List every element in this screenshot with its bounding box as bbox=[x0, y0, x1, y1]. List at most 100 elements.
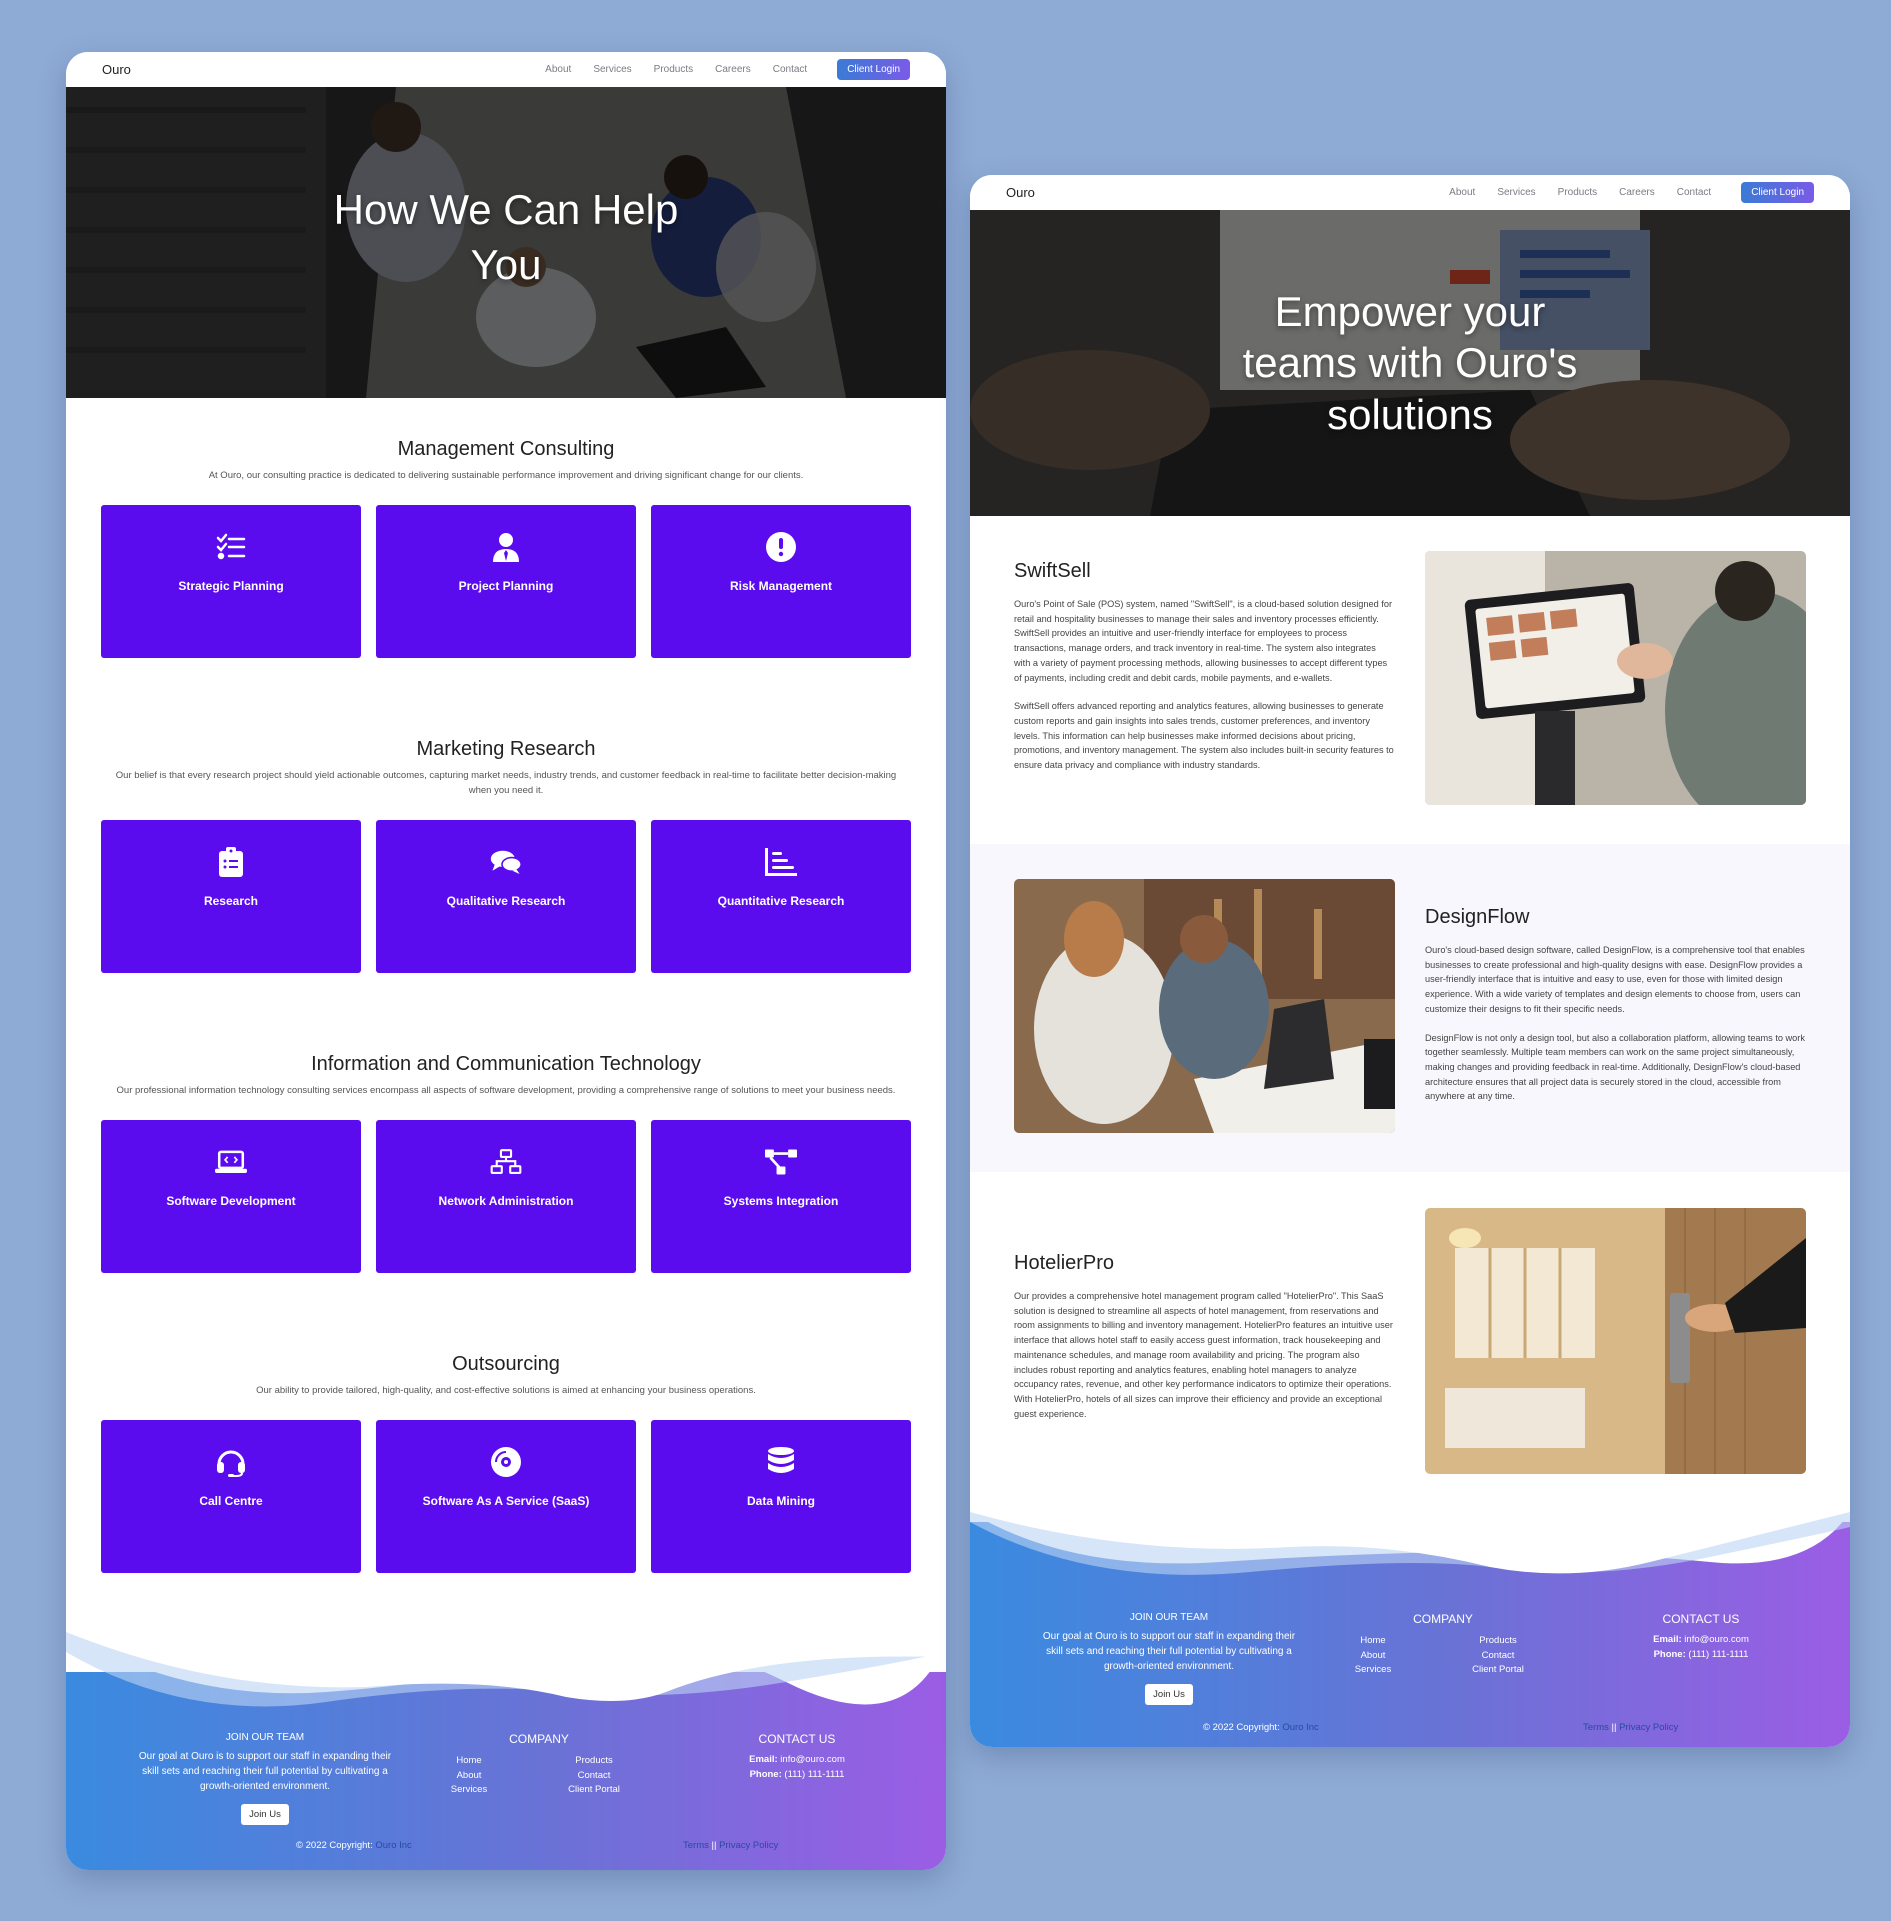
card-label: Data Mining bbox=[747, 1494, 815, 1509]
section-title: Marketing Research bbox=[416, 738, 596, 761]
product-designflow: DesignFlow Ouro's cloud-based design sof… bbox=[970, 844, 1850, 1172]
card-project-planning[interactable]: Project Planning bbox=[376, 505, 636, 659]
diagram-project-icon bbox=[765, 1146, 797, 1178]
footer-link-about[interactable]: About bbox=[1318, 1649, 1428, 1664]
card-strategic-planning[interactable]: Strategic Planning bbox=[101, 505, 361, 659]
phone-label: Phone: bbox=[1653, 1649, 1686, 1661]
footer-link-home[interactable]: Home bbox=[1318, 1634, 1428, 1649]
footer-link-home[interactable]: Home bbox=[414, 1754, 524, 1769]
product-paragraph-1: Our provides a comprehensive hotel manag… bbox=[1014, 1291, 1393, 1419]
card-research[interactable]: Research bbox=[101, 819, 361, 973]
card-systems-integration[interactable]: Systems Integration bbox=[651, 1120, 911, 1273]
footer-link-contact[interactable]: Contact bbox=[1428, 1649, 1568, 1664]
section-title: Outsourcing bbox=[452, 1353, 560, 1375]
footer-link-client-portal[interactable]: Client Portal bbox=[524, 1783, 664, 1798]
exclamation-circle-icon bbox=[765, 531, 797, 563]
footer-link-products[interactable]: Products bbox=[1428, 1634, 1568, 1649]
card-network-administration[interactable]: Network Administration bbox=[376, 1120, 636, 1273]
card-risk-management[interactable]: Risk Management bbox=[651, 505, 911, 659]
service-cards: Research Qualitative Research Quantitati… bbox=[66, 819, 946, 973]
privacy-policy-link[interactable]: Privacy Policy bbox=[719, 1840, 778, 1851]
email-link[interactable]: info@ouro.com bbox=[780, 1754, 845, 1765]
card-label: Project Planning bbox=[458, 579, 554, 594]
client-login-button[interactable]: Client Login bbox=[837, 59, 910, 80]
privacy-policy-link[interactable]: Privacy Policy bbox=[1619, 1722, 1678, 1733]
terms-link[interactable]: Terms bbox=[1583, 1722, 1609, 1733]
footer-link-products[interactable]: Products bbox=[524, 1754, 664, 1769]
hero-title: Empower your teams with Ouro's solutions bbox=[1242, 288, 1578, 438]
phone-number: (111) 111-1111 bbox=[784, 1769, 845, 1781]
nav-links: About Services Products Careers Contact … bbox=[545, 59, 910, 80]
footer-link-contact[interactable]: Contact bbox=[524, 1769, 664, 1784]
email-link[interactable]: info@ouro.com bbox=[1684, 1634, 1749, 1645]
nav-contact[interactable]: Contact bbox=[1677, 187, 1711, 198]
card-saas[interactable]: Software As A Service (SaaS) bbox=[376, 1420, 636, 1574]
nav-careers[interactable]: Careers bbox=[715, 64, 751, 75]
card-qualitative-research[interactable]: Qualitative Research bbox=[376, 819, 636, 973]
footer-link-about[interactable]: About bbox=[414, 1769, 524, 1784]
card-label: Systems Integration bbox=[723, 1194, 839, 1208]
section-title: Information and Communication Technology bbox=[311, 1052, 701, 1075]
footer-link-client-portal[interactable]: Client Portal bbox=[1428, 1663, 1568, 1678]
section-description: Our belief is that every research projec… bbox=[115, 770, 897, 796]
product-paragraph-1: Ouro's Point of Sale (POS) system, named… bbox=[1014, 599, 1392, 683]
nav-about[interactable]: About bbox=[545, 64, 571, 75]
copyright-company-link[interactable]: Ouro Inc bbox=[375, 1840, 411, 1851]
join-title: JOIN OUR TEAM bbox=[225, 1732, 305, 1743]
brand-logo[interactable]: Ouro bbox=[102, 62, 545, 77]
nav-products[interactable]: Products bbox=[654, 64, 693, 75]
contact-title: CONTACT US bbox=[758, 1732, 836, 1746]
checklist-icon bbox=[215, 531, 247, 563]
card-label: Strategic Planning bbox=[178, 579, 284, 594]
terms-link[interactable]: Terms bbox=[683, 1840, 709, 1851]
nav-products[interactable]: Products bbox=[1558, 187, 1597, 198]
join-text: Our goal at Ouro is to support our staff… bbox=[138, 1751, 392, 1792]
footer-link-services[interactable]: Services bbox=[414, 1783, 524, 1798]
footer: JOIN OUR TEAM Our goal at Ouro is to sup… bbox=[66, 1632, 946, 1870]
product-paragraph-2: SwiftSell offers advanced reporting and … bbox=[1014, 701, 1394, 771]
brand-logo[interactable]: Ouro bbox=[1006, 185, 1449, 200]
company-links: COMPANY Home About Services Products Con… bbox=[1318, 1612, 1568, 1678]
legal-links: Terms || Privacy Policy bbox=[1583, 1722, 1679, 1733]
hero-banner: Empower your teams with Ouro's solutions bbox=[970, 210, 1850, 516]
card-label: Risk Management bbox=[729, 579, 833, 594]
nav-about[interactable]: About bbox=[1449, 187, 1475, 198]
nav-services[interactable]: Services bbox=[593, 64, 631, 75]
footer-link-services[interactable]: Services bbox=[1318, 1663, 1428, 1678]
chart-bars-icon bbox=[765, 846, 797, 878]
join-our-team: JOIN OUR TEAM Our goal at Ouro is to sup… bbox=[1036, 1612, 1302, 1705]
card-label: Software Development bbox=[166, 1194, 296, 1208]
user-tie-icon bbox=[490, 531, 522, 563]
copyright-company-link[interactable]: Ouro Inc bbox=[1282, 1722, 1318, 1733]
card-label: Research bbox=[203, 893, 259, 908]
navbar: Ouro About Services Products Careers Con… bbox=[66, 52, 946, 87]
phone-label: Phone: bbox=[749, 1769, 782, 1781]
client-login-button[interactable]: Client Login bbox=[1741, 182, 1814, 203]
card-label: Software As A Service (SaaS) bbox=[422, 1494, 590, 1509]
product-title: SwiftSell bbox=[1014, 560, 1091, 582]
phone-number: (111) 111-1111 bbox=[1688, 1649, 1749, 1661]
service-cards: Strategic Planning Project Planning Risk… bbox=[66, 505, 946, 659]
contact-title: CONTACT US bbox=[1662, 1612, 1740, 1626]
contact-us: CONTACT US Email: info@ouro.com Phone: (… bbox=[714, 1732, 880, 1782]
card-software-development[interactable]: Software Development bbox=[101, 1120, 361, 1273]
section-title: Management Consulting bbox=[397, 438, 615, 460]
join-us-button[interactable]: Join Us bbox=[1145, 1684, 1193, 1705]
hero-banner: How We Can Help You bbox=[66, 87, 946, 398]
nav-contact[interactable]: Contact bbox=[773, 64, 807, 75]
product-title: DesignFlow bbox=[1425, 906, 1530, 928]
pos-terminal-photo bbox=[1425, 551, 1806, 805]
card-call-centre[interactable]: Call Centre bbox=[101, 1420, 361, 1574]
nav-careers[interactable]: Careers bbox=[1619, 187, 1655, 198]
company-links: COMPANY Home About Services Products Con… bbox=[414, 1732, 664, 1798]
section-marketing-research: Marketing Research Our belief is that ev… bbox=[66, 738, 946, 973]
join-text: Our goal at Ouro is to support our staff… bbox=[1042, 1631, 1296, 1672]
card-data-mining[interactable]: Data Mining bbox=[651, 1420, 911, 1574]
join-us-button[interactable]: Join Us bbox=[241, 1804, 289, 1825]
nav-services[interactable]: Services bbox=[1497, 187, 1535, 198]
card-quantitative-research[interactable]: Quantitative Research bbox=[651, 819, 911, 973]
hotel-room-door-photo bbox=[1425, 1208, 1806, 1474]
laptop-code-icon bbox=[215, 1146, 247, 1178]
nav-links: About Services Products Careers Contact … bbox=[1449, 182, 1814, 203]
product-text: HotelierPro Our provides a comprehensive… bbox=[1014, 1252, 1394, 1435]
